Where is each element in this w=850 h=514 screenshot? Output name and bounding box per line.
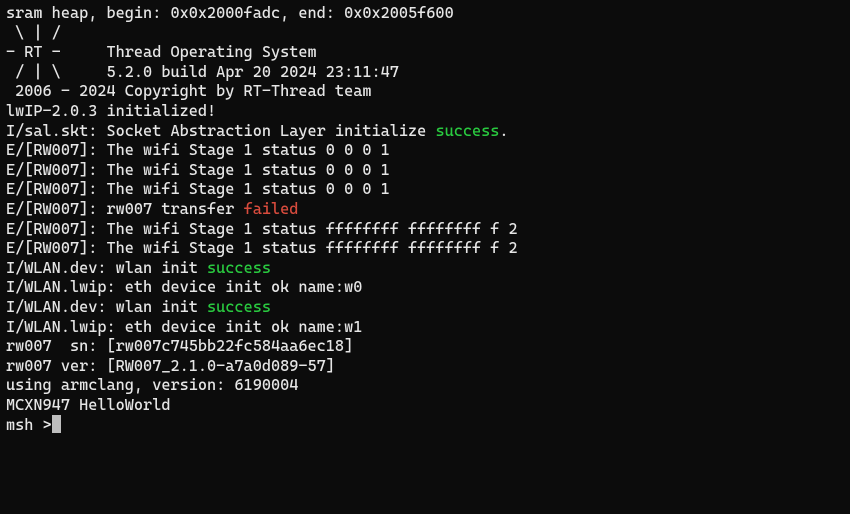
terminal-text: / | \ 5.2.0 build Apr 20 2024 23:11:47 — [6, 63, 399, 81]
terminal-line: I/WLAN.dev: wlan init success — [6, 298, 844, 318]
terminal-line: I/sal.skt: Socket Abstraction Layer init… — [6, 122, 844, 142]
cursor-icon — [52, 415, 61, 433]
terminal-text: E/[RW007]: The wifi Stage 1 status 0 0 0… — [6, 180, 390, 198]
terminal-line: I/WLAN.lwip: eth device init ok name:w1 — [6, 318, 844, 338]
shell-prompt: msh > — [6, 416, 52, 434]
green-word: success — [207, 259, 271, 277]
terminal-line: I/WLAN.lwip: eth device init ok name:w0 — [6, 278, 844, 298]
terminal-text: I/sal.skt: Socket Abstraction Layer init… — [6, 122, 435, 140]
terminal-text: rw007 ver: [RW007_2.1.0-a7a0d089-57] — [6, 357, 335, 375]
terminal-text: I/WLAN.lwip: eth device init ok name:w1 — [6, 318, 362, 336]
terminal-text: MCXN947 HelloWorld — [6, 396, 170, 414]
terminal-text: lwIP-2.0.3 initialized! — [6, 102, 216, 120]
terminal-text: I/WLAN.dev: wlan init — [6, 298, 207, 316]
terminal-text: E/[RW007]: The wifi Stage 1 status fffff… — [6, 239, 518, 257]
green-word: success — [435, 122, 499, 140]
terminal-line: using armclang, version: 6190004 — [6, 376, 844, 396]
terminal-line: - RT - Thread Operating System — [6, 43, 844, 63]
red-word: failed — [244, 200, 299, 218]
terminal-text: - RT - Thread Operating System — [6, 43, 317, 61]
terminal-line: E/[RW007]: The wifi Stage 1 status fffff… — [6, 220, 844, 240]
terminal-line: rw007 sn: [rw007c745bb22fc584aa6ec18] — [6, 337, 844, 357]
terminal-text: using armclang, version: 6190004 — [6, 376, 298, 394]
terminal-text: I/WLAN.dev: wlan init — [6, 259, 207, 277]
terminal-text: rw007 sn: [rw007c745bb22fc584aa6ec18] — [6, 337, 353, 355]
terminal-line: MCXN947 HelloWorld — [6, 396, 844, 416]
terminal-text: sram heap, begin: 0x0x2000fadc, end: 0x0… — [6, 4, 454, 22]
terminal-output[interactable]: sram heap, begin: 0x0x2000fadc, end: 0x0… — [0, 0, 850, 440]
terminal-line: E/[RW007]: The wifi Stage 1 status 0 0 0… — [6, 161, 844, 181]
terminal-line: E/[RW007]: The wifi Stage 1 status 0 0 0… — [6, 180, 844, 200]
terminal-line: E/[RW007]: The wifi Stage 1 status fffff… — [6, 239, 844, 259]
terminal-text: E/[RW007]: rw007 transfer — [6, 200, 244, 218]
terminal-line: \ | / — [6, 24, 844, 44]
terminal-text: 2006 - 2024 Copyright by RT-Thread team — [6, 82, 371, 100]
terminal-text: E/[RW007]: The wifi Stage 1 status 0 0 0… — [6, 161, 390, 179]
terminal-text: I/WLAN.lwip: eth device init ok name:w0 — [6, 278, 362, 296]
terminal-line: E/[RW007]: rw007 transfer failed — [6, 200, 844, 220]
terminal-line: I/WLAN.dev: wlan init success — [6, 259, 844, 279]
terminal-text: E/[RW007]: The wifi Stage 1 status fffff… — [6, 220, 518, 238]
terminal-text: \ | / — [6, 24, 61, 42]
terminal-line: rw007 ver: [RW007_2.1.0-a7a0d089-57] — [6, 357, 844, 377]
terminal-line: E/[RW007]: The wifi Stage 1 status 0 0 0… — [6, 141, 844, 161]
green-word: success — [207, 298, 271, 316]
terminal-text: . — [499, 122, 508, 140]
terminal-line: 2006 - 2024 Copyright by RT-Thread team — [6, 82, 844, 102]
terminal-text: E/[RW007]: The wifi Stage 1 status 0 0 0… — [6, 141, 390, 159]
shell-prompt-line[interactable]: msh > — [6, 415, 844, 436]
terminal-line: / | \ 5.2.0 build Apr 20 2024 23:11:47 — [6, 63, 844, 83]
terminal-line: sram heap, begin: 0x0x2000fadc, end: 0x0… — [6, 4, 844, 24]
terminal-line: lwIP-2.0.3 initialized! — [6, 102, 844, 122]
